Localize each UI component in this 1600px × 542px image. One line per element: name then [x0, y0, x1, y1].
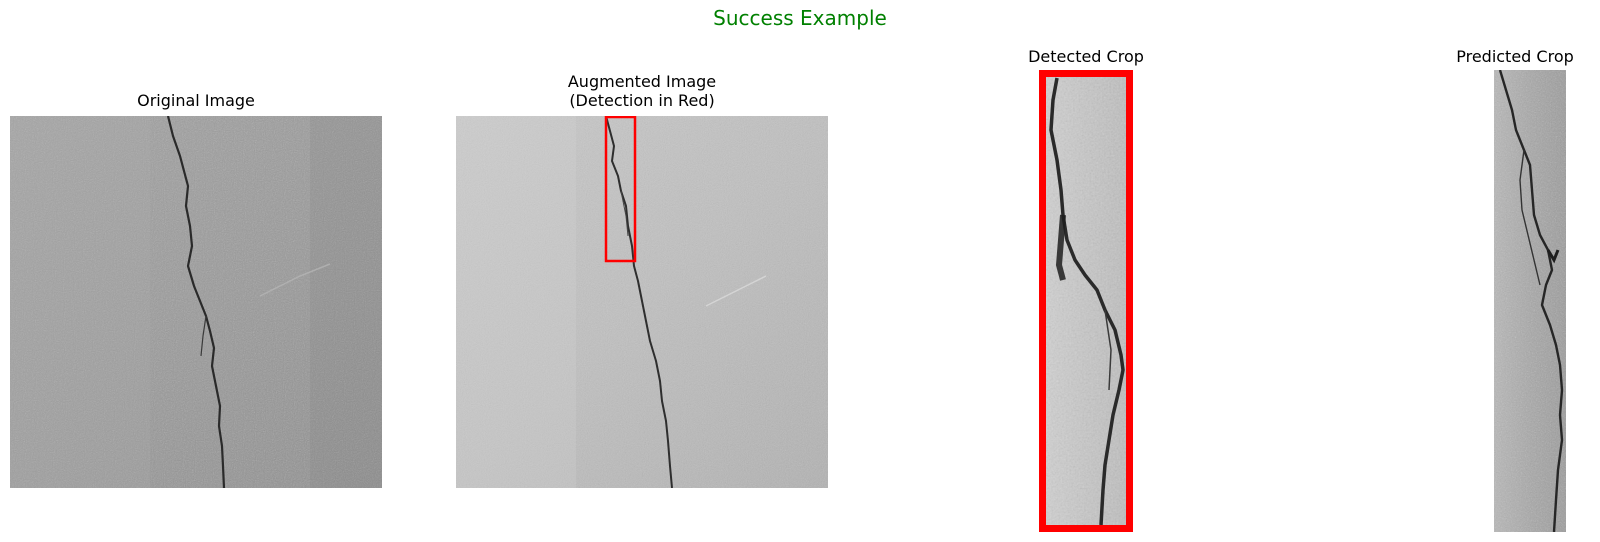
panel-title-predicted-line: Predicted Crop [1456, 47, 1574, 66]
panel-title-augmented: Augmented Image (Detection in Red) [456, 72, 828, 110]
original-image [10, 116, 382, 488]
detected-crop-image [1039, 70, 1133, 532]
panel-title-original-line: Original Image [137, 91, 255, 110]
panel-title-original: Original Image [10, 91, 382, 110]
figure-title: Success Example [713, 6, 887, 30]
predicted-crop-image [1494, 70, 1566, 532]
panel-title-augmented-line2: (Detection in Red) [569, 91, 715, 110]
panel-title-augmented-line1: Augmented Image [567, 72, 717, 91]
panel-title-predicted: Predicted Crop [1430, 47, 1600, 66]
panel-title-detected: Detected Crop [986, 47, 1186, 66]
augmented-image [456, 116, 828, 488]
panel-title-detected-line: Detected Crop [1028, 47, 1144, 66]
